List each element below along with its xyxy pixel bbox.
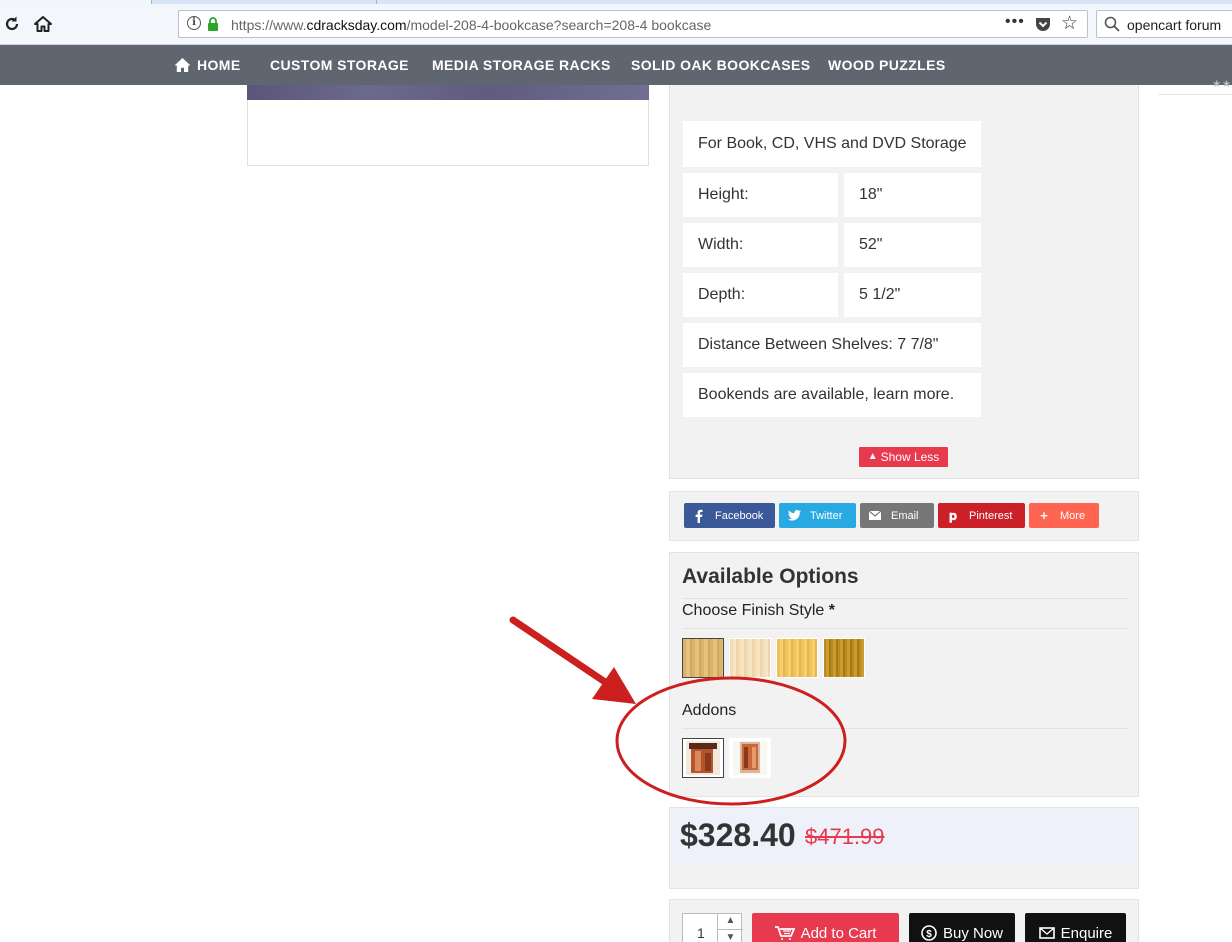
- reload-icon[interactable]: [0, 12, 24, 36]
- spec-storage: For Book, CD, VHS and DVD Storage: [683, 121, 981, 167]
- more-share-button[interactable]: + More: [1029, 503, 1099, 528]
- browser-toolbar: i https://www.cdracksday.com/model-208-4…: [0, 4, 1232, 45]
- price-old: $471.99: [805, 824, 885, 849]
- more-label: More: [1060, 509, 1086, 522]
- quantity-stepper: 1 ▲ ▼: [682, 913, 743, 942]
- pocket-icon[interactable]: [1034, 15, 1052, 33]
- url-domain: cdracksday.com: [306, 17, 407, 33]
- nav-item-wood-puzzles[interactable]: WOOD PUZZLES: [828, 45, 946, 85]
- spec-height-label: Height:: [683, 173, 838, 217]
- spec-width-value: 52": [844, 223, 981, 267]
- spec-depth-value: 5 1/2": [844, 273, 981, 317]
- finish-swatch-2[interactable]: [729, 638, 771, 678]
- addons-label: Addons: [682, 702, 737, 719]
- info-icon[interactable]: i: [187, 16, 201, 30]
- bookmark-star-icon[interactable]: ☆: [1061, 12, 1078, 35]
- cart-icon: [774, 926, 795, 940]
- quantity-input[interactable]: 1: [697, 925, 705, 941]
- search-input[interactable]: opencart forum: [1127, 17, 1221, 33]
- nav-item-custom-storage[interactable]: CUSTOM STORAGE: [270, 45, 409, 85]
- svg-text:$: $: [926, 929, 932, 940]
- price-current: $328.40: [680, 817, 796, 853]
- annotation-arrow: [509, 616, 636, 704]
- url-path: /model-208-4-bookcase?search=208-4 bookc…: [406, 17, 712, 33]
- url-text: https://www.cdracksday.com/model-208-4-b…: [231, 17, 711, 33]
- email-label: Email: [891, 509, 919, 522]
- spec-bookends-link[interactable]: Bookends are available, learn more.: [683, 373, 981, 417]
- browser-search-bar[interactable]: opencart forum: [1096, 10, 1232, 38]
- product-image-frame: [247, 100, 649, 166]
- pinterest-share-button[interactable]: 𝐩 Pinterest: [938, 503, 1025, 528]
- home-icon[interactable]: [31, 12, 55, 36]
- required-mark: *: [828, 602, 835, 619]
- divider: [682, 628, 1128, 629]
- finish-swatch-3[interactable]: [776, 638, 818, 678]
- pinterest-label: Pinterest: [969, 509, 1013, 522]
- email-share-button[interactable]: Email: [860, 503, 934, 528]
- finish-swatch-4[interactable]: [823, 638, 865, 678]
- search-icon: [1104, 16, 1120, 32]
- rating-stars: ★★: [1158, 79, 1232, 95]
- page: i https://www.cdracksday.com/model-208-4…: [0, 0, 1232, 942]
- show-less-button[interactable]: ▲ Show Less: [859, 447, 948, 467]
- divider: [682, 728, 1128, 729]
- quantity-decrease-button[interactable]: ▼: [717, 930, 743, 942]
- facebook-icon: [692, 509, 706, 523]
- spec-height-value: 18": [844, 173, 981, 217]
- nav-item-media-storage-racks[interactable]: MEDIA STORAGE RACKS: [432, 45, 611, 85]
- buy-now-label: Buy Now: [942, 924, 1004, 942]
- enquire-button[interactable]: Enquire: [1025, 913, 1126, 942]
- facebook-share-button[interactable]: Facebook: [684, 503, 775, 528]
- envelope-icon: [1038, 927, 1055, 939]
- plus-icon: +: [1040, 508, 1048, 523]
- addon-bookend-1[interactable]: [682, 738, 724, 778]
- buy-now-button[interactable]: $ Buy Now: [909, 913, 1015, 942]
- options-title: Available Options: [682, 565, 859, 588]
- dollar-circle-icon: $: [921, 925, 937, 941]
- twitter-label: Twitter: [810, 509, 843, 522]
- add-to-cart-button[interactable]: Add to Cart: [752, 913, 899, 942]
- add-to-cart-label: Add to Cart: [800, 924, 877, 942]
- nav-item-home[interactable]: HOME: [197, 45, 241, 85]
- envelope-icon: [868, 509, 882, 523]
- nav-item-solid-oak-bookcases[interactable]: SOLID OAK BOOKCASES: [631, 45, 811, 85]
- finish-style-label: Choose Finish Style *: [682, 602, 835, 620]
- divider: [682, 598, 1128, 599]
- lock-icon[interactable]: [207, 17, 219, 31]
- facebook-label: Facebook: [715, 509, 764, 522]
- pinterest-icon: 𝐩: [948, 507, 958, 523]
- url-prefix: https://www.: [231, 17, 307, 33]
- finish-swatch-1[interactable]: [682, 638, 724, 678]
- spec-depth-label: Depth:: [683, 273, 838, 317]
- nav-home-icon[interactable]: [174, 57, 191, 73]
- enquire-label: Enquire: [1060, 924, 1113, 942]
- address-bar[interactable]: i https://www.cdracksday.com/model-208-4…: [178, 10, 1088, 38]
- product-image[interactable]: [247, 85, 649, 100]
- rating-stars-glyph: ★★: [1212, 79, 1232, 90]
- twitter-icon: [787, 509, 801, 523]
- show-less-label: Show Less: [880, 450, 940, 464]
- chevron-up-icon: ▲: [867, 450, 878, 462]
- twitter-share-button[interactable]: Twitter: [779, 503, 856, 528]
- finish-style-text: Choose Finish Style: [682, 602, 825, 619]
- page-actions-menu[interactable]: •••: [1005, 13, 1025, 31]
- spec-width-label: Width:: [683, 223, 838, 267]
- site-nav: HOME CUSTOM STORAGE MEDIA STORAGE RACKS …: [0, 45, 1232, 85]
- quantity-increase-button[interactable]: ▲: [717, 913, 743, 930]
- spec-shelves: Distance Between Shelves: 7 7/8": [683, 323, 981, 367]
- addon-bookend-2[interactable]: [729, 738, 771, 778]
